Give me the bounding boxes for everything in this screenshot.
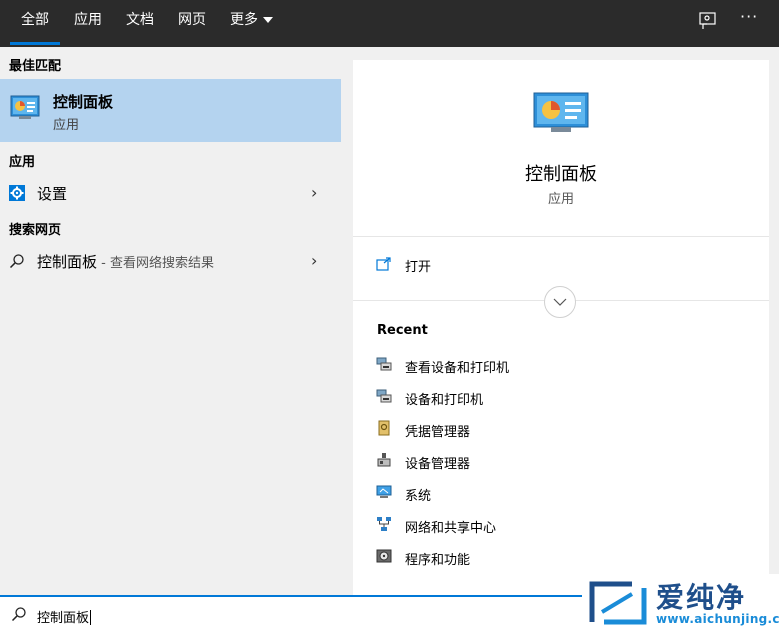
web-header: 搜索网页 bbox=[9, 223, 62, 238]
open-label: 打开 bbox=[405, 260, 432, 275]
chevron-right-icon[interactable]: › bbox=[311, 183, 317, 202]
credential-manager-icon bbox=[378, 420, 390, 436]
list-item-label: 设置 bbox=[37, 185, 68, 203]
preview-subtitle: 应用 bbox=[547, 192, 574, 207]
system-icon bbox=[376, 485, 392, 498]
best-match-header: 最佳匹配 bbox=[9, 59, 62, 74]
recent-item-label: 网络和共享中心 bbox=[405, 521, 497, 536]
recent-item[interactable]: 设备和打印机 bbox=[376, 386, 736, 408]
programs-icon bbox=[376, 549, 392, 563]
web-hint: - 查看网络搜索结果 bbox=[97, 256, 214, 271]
recent-item[interactable]: 查看设备和打印机 bbox=[376, 354, 736, 376]
chevron-right-icon[interactable]: › bbox=[311, 251, 317, 270]
apps-header: 应用 bbox=[9, 155, 36, 170]
recent-item-label: 查看设备和打印机 bbox=[405, 361, 510, 376]
gear-icon bbox=[9, 185, 25, 201]
divider bbox=[353, 236, 769, 237]
recent-header: Recent bbox=[377, 323, 428, 338]
device-manager-icon bbox=[377, 453, 391, 467]
preview-title: 控制面板 bbox=[525, 164, 597, 185]
search-icon bbox=[11, 607, 26, 622]
tab-all[interactable]: 全部 bbox=[10, 0, 60, 47]
web-query: 控制面板 bbox=[37, 253, 98, 271]
recent-item[interactable]: 凭据管理器 bbox=[376, 418, 736, 440]
devices-printers-icon bbox=[376, 389, 392, 403]
expand-button[interactable] bbox=[544, 286, 576, 318]
control-panel-icon bbox=[533, 92, 589, 132]
feedback-icon[interactable] bbox=[699, 12, 717, 30]
watermark: 爱纯净 www.aichunjing.com bbox=[582, 574, 779, 631]
recent-item-label: 设备管理器 bbox=[405, 457, 471, 472]
recent-item[interactable]: 程序和功能 bbox=[376, 546, 736, 568]
preview-pane: 控制面板 应用 打开 Recent 查看设备和打印机 设备和打印机 凭据管理器 … bbox=[353, 60, 769, 595]
text-cursor bbox=[90, 610, 92, 625]
watermark-url: www.aichunjing.com bbox=[656, 612, 779, 626]
watermark-text: 爱纯净 bbox=[656, 581, 747, 614]
search-scope-tabs: 全部 应用 文档 网页 更多 ··· bbox=[0, 0, 779, 47]
more-options-icon[interactable]: ··· bbox=[740, 7, 758, 26]
watermark-logo-icon bbox=[589, 581, 647, 625]
chevron-down-icon bbox=[553, 298, 567, 306]
search-query: 控制面板 bbox=[37, 611, 90, 626]
search-icon bbox=[9, 254, 24, 269]
control-panel-icon bbox=[10, 95, 40, 119]
tab-documents[interactable]: 文档 bbox=[126, 0, 154, 47]
recent-item-label: 设备和打印机 bbox=[405, 393, 484, 408]
list-item-settings[interactable]: 设置 › bbox=[0, 177, 341, 209]
best-match-type: 应用 bbox=[53, 118, 80, 133]
recent-item[interactable]: 系统 bbox=[376, 482, 736, 504]
tab-more[interactable]: 更多 bbox=[230, 0, 258, 47]
recent-item-label: 程序和功能 bbox=[405, 553, 471, 568]
open-icon bbox=[376, 257, 391, 271]
devices-printers-icon bbox=[376, 357, 392, 371]
tab-web[interactable]: 网页 bbox=[178, 0, 206, 47]
list-item-label: 控制面板 - 查看网络搜索结果 bbox=[37, 251, 214, 272]
list-item-web-search[interactable]: 控制面板 - 查看网络搜索结果 › bbox=[0, 245, 341, 277]
network-icon bbox=[377, 517, 391, 531]
best-match-name: 控制面板 bbox=[53, 93, 114, 111]
chevron-down-icon bbox=[263, 17, 273, 23]
tab-apps[interactable]: 应用 bbox=[74, 0, 102, 47]
recent-item-label: 凭据管理器 bbox=[405, 425, 471, 440]
recent-item[interactable]: 网络和共享中心 bbox=[376, 514, 736, 536]
best-match-item[interactable]: 控制面板 应用 bbox=[0, 79, 341, 142]
recent-item[interactable]: 设备管理器 bbox=[376, 450, 736, 472]
search-input[interactable]: 控制面板 bbox=[37, 607, 92, 626]
recent-item-label: 系统 bbox=[405, 489, 432, 504]
results-list: 最佳匹配 控制面板 应用 应用 设置 › 搜索网页 控制面板 - 查看网络搜索结… bbox=[0, 47, 341, 595]
